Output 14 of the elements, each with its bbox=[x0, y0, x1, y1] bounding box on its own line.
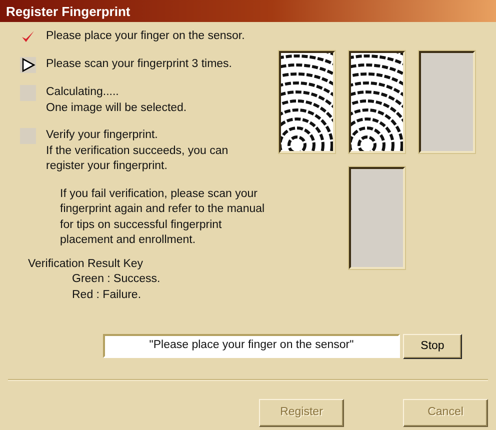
result-key-title: Verification Result Key bbox=[28, 256, 144, 272]
result-key-entry: Green : Success. bbox=[72, 272, 162, 288]
step-text: register your fingerprint. bbox=[46, 159, 168, 174]
step-text: One image will be selected. bbox=[46, 100, 187, 116]
status-field: "Please place your finger on the sensor" bbox=[103, 334, 400, 358]
step-text: Calculating..... bbox=[46, 85, 120, 100]
result-key-entry: Red : Failure. bbox=[72, 288, 142, 303]
step-text: Please place your finger on the sensor. bbox=[46, 29, 245, 44]
window-title: Register Fingerprint bbox=[0, 0, 496, 22]
stop-button[interactable]: Stop bbox=[403, 334, 462, 359]
help-text: If you fail verification, please scan your fingerprint again and refer to the manual for tips on successful fingerprint placement and enrollment. bbox=[60, 186, 266, 248]
step-text: Please scan your fingerprint 3 times. bbox=[46, 57, 232, 72]
step-text: Verify your fingerprint. bbox=[46, 128, 159, 144]
step-text: If the verification succeeds, you can bbox=[46, 144, 228, 159]
